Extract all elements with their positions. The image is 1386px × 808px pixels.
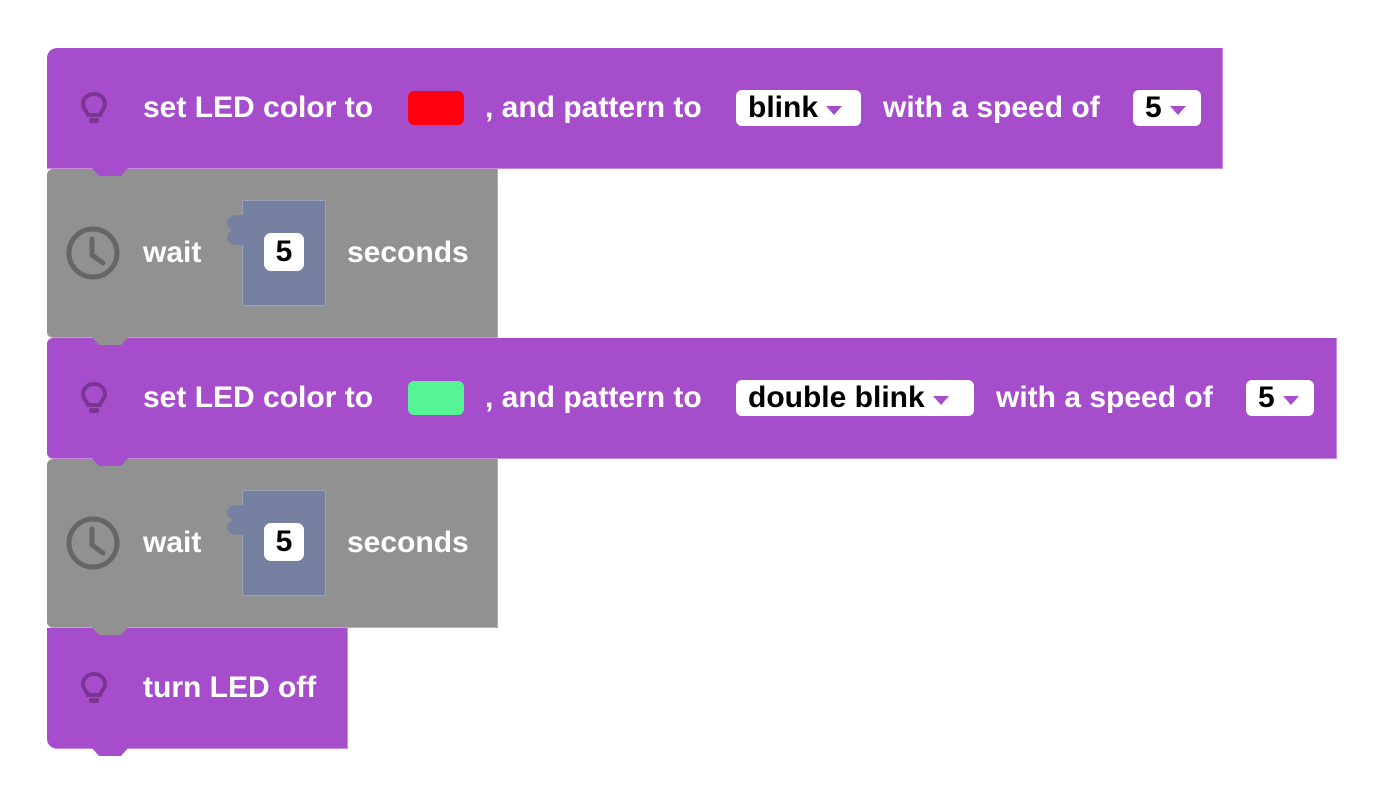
pattern-value: blink	[748, 91, 819, 124]
block-connector	[81, 457, 139, 467]
wait-block[interactable]: wait 5 seconds	[47, 169, 498, 345]
chevron-down-icon	[1282, 395, 1299, 405]
speed-value: 5	[1145, 91, 1162, 124]
speed-dropdown[interactable]: 5	[1133, 90, 1201, 126]
number-input-slot[interactable]: 5	[227, 490, 326, 596]
seconds-label: seconds	[347, 526, 469, 559]
turn-led-off-label: turn LED off	[143, 671, 317, 704]
wait-label: wait	[143, 526, 202, 559]
chevron-down-icon	[1169, 105, 1186, 115]
block-connector	[81, 747, 139, 757]
set-led-block[interactable]: set LED color to , and pattern to blink …	[47, 48, 1223, 176]
chevron-down-icon	[826, 105, 843, 115]
seconds-field[interactable]: 5	[264, 523, 304, 561]
speed-dropdown[interactable]: 5	[1246, 380, 1314, 416]
lightbulb-icon	[79, 671, 109, 705]
block-connector	[81, 167, 139, 177]
speed-label: with a speed of	[883, 91, 1100, 124]
pattern-label: , and pattern to	[485, 381, 702, 414]
clock-icon	[65, 225, 121, 281]
pattern-label: , and pattern to	[485, 91, 702, 124]
wait-label: wait	[143, 236, 202, 269]
turn-led-off-block[interactable]: turn LED off	[47, 628, 348, 756]
number-input-slot[interactable]: 5	[227, 200, 326, 306]
speed-label: with a speed of	[996, 381, 1213, 414]
clock-icon	[65, 515, 121, 571]
speed-value: 5	[1258, 381, 1275, 414]
color-swatch-green[interactable]	[408, 381, 464, 415]
chevron-down-icon	[932, 395, 949, 405]
set-led-label: set LED color to	[143, 381, 374, 414]
color-swatch-red[interactable]	[408, 91, 464, 125]
pattern-dropdown[interactable]: blink	[736, 90, 861, 126]
workspace: set LED color to , and pattern to blink …	[0, 0, 1386, 808]
slot-connector	[227, 215, 244, 245]
set-led-block[interactable]: set LED color to , and pattern to double…	[47, 338, 1337, 466]
set-led-label: set LED color to	[143, 91, 374, 124]
seconds-label: seconds	[347, 236, 469, 269]
wait-block[interactable]: wait 5 seconds	[47, 459, 498, 635]
block-connector	[81, 336, 139, 346]
slot-connector	[227, 505, 244, 535]
pattern-value: double blink	[748, 381, 925, 414]
block-connector	[81, 626, 139, 636]
pattern-dropdown[interactable]: double blink	[736, 380, 974, 416]
lightbulb-icon	[79, 381, 109, 415]
seconds-field[interactable]: 5	[264, 233, 304, 271]
lightbulb-icon	[79, 91, 109, 125]
